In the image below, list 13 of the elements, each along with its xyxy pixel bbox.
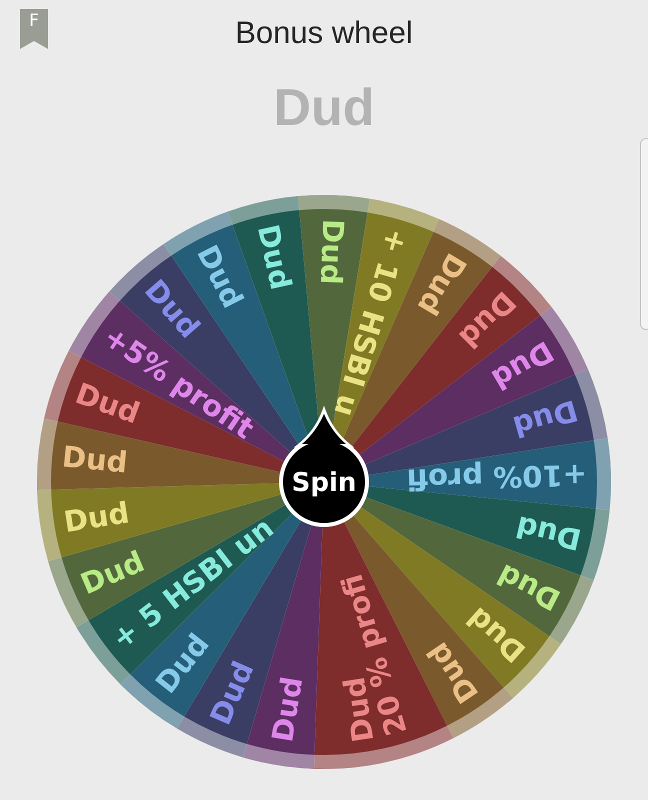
segment-label: Dud — [314, 218, 350, 286]
segment-label: +10% profi — [406, 458, 588, 497]
segment-label: Dud — [250, 221, 298, 293]
segment-label: Dud — [203, 656, 260, 730]
segment-label: Dud — [265, 674, 310, 744]
segment-label: Dud — [512, 509, 584, 557]
segment-label: Dud — [60, 439, 130, 480]
result-text: Dud — [273, 82, 375, 134]
wheel-title: Bonus wheel — [235, 16, 413, 48]
segment-label: Dud — [71, 376, 144, 430]
segment-label: Dud — [62, 495, 132, 540]
segment-label: Dud — [76, 544, 150, 602]
segment-label: Dud — [509, 393, 582, 444]
